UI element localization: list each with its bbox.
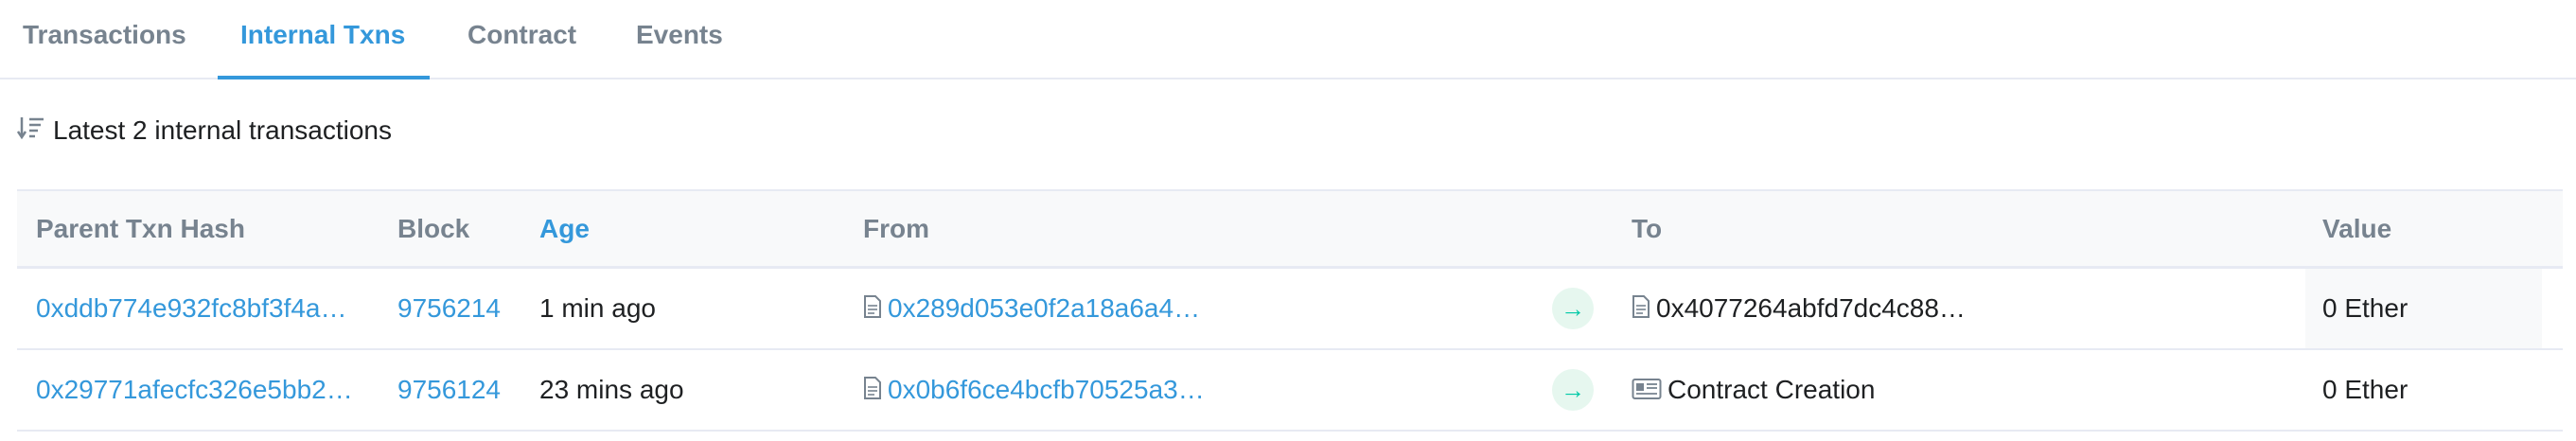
parent-txn-hash-link[interactable]: 0x29771afecfc326e5bb2… [36, 350, 377, 430]
to-address: 0x4077264abfd7dc4c88… [1656, 293, 1966, 323]
sort-desc-icon[interactable] [16, 114, 45, 151]
to-address: Contract Creation [1667, 375, 1876, 404]
age-text: 1 min ago [539, 293, 656, 323]
from-cell: 0x0b6f6ce4bcfb70525a3… [863, 350, 1261, 430]
arrow-right-icon: → [1552, 369, 1594, 411]
value-text: 0 Ether [2322, 293, 2408, 323]
block-link[interactable]: 9756214 [397, 269, 501, 348]
contract-file-icon [1632, 271, 1650, 348]
tab-contract[interactable]: Contract [445, 0, 599, 79]
parent-txn-hash-link[interactable]: 0xddb774e932fc8bf3f4a… [36, 269, 377, 348]
from-cell: 0x289d053e0f2a18a6a4… [863, 269, 1261, 348]
header-age[interactable]: Age [539, 191, 590, 271]
summary-text: Latest 2 internal transactions [53, 115, 392, 145]
table-row: 0x29771afecfc326e5bb2… 9756124 23 mins a… [17, 350, 2563, 432]
header-from: From [863, 214, 929, 243]
header-block: Block [397, 214, 470, 243]
contract-file-icon [863, 352, 882, 430]
tab-transactions[interactable]: Transactions [0, 0, 209, 79]
contract-file-icon [863, 271, 882, 348]
tab-internal-txns[interactable]: Internal Txns [218, 0, 430, 79]
header-value: Value [2322, 214, 2392, 243]
header-parent-txn-hash: Parent Txn Hash [36, 214, 245, 243]
from-address-link[interactable]: 0x0b6f6ce4bcfb70525a3… [888, 375, 1205, 404]
to-cell: 0x4077264abfd7dc4c88… [1632, 269, 2029, 348]
tab-events[interactable]: Events [613, 0, 746, 79]
tab-bar: Transactions Internal Txns Contract Even… [0, 0, 2576, 79]
from-address-link[interactable]: 0x289d053e0f2a18a6a4… [888, 293, 1200, 323]
to-cell: Contract Creation [1632, 350, 2029, 430]
age-text: 23 mins ago [539, 375, 684, 404]
value-text: 0 Ether [2322, 375, 2408, 404]
arrow-right-icon: → [1552, 288, 1594, 329]
table-header: Parent Txn Hash Block Age From To Value [17, 189, 2563, 269]
table-row: 0xddb774e932fc8bf3f4a… 9756214 1 min ago… [17, 269, 2563, 350]
summary: Latest 2 internal transactions [16, 112, 392, 151]
contract-creation-icon [1632, 352, 1662, 430]
block-link[interactable]: 9756124 [397, 350, 501, 430]
header-to: To [1632, 214, 1663, 243]
